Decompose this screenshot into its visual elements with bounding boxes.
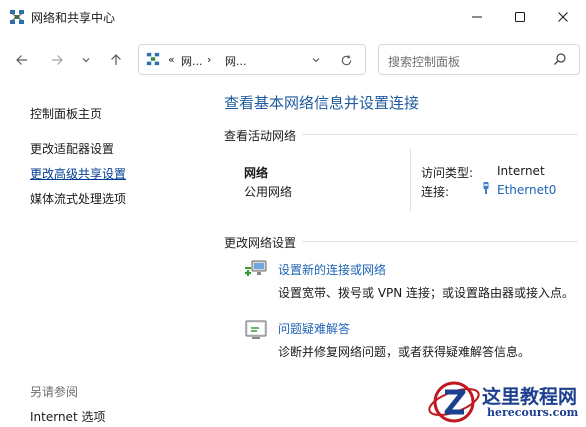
sidebar-item-adapter-settings[interactable]: 更改适配器设置 [30, 140, 114, 157]
search-placeholder: 搜索控制面板 [388, 55, 461, 69]
troubleshoot-icon [245, 319, 269, 341]
network-profile[interactable]: 公用网络 [244, 183, 292, 200]
refresh-button[interactable] [335, 49, 357, 71]
recent-locations-button[interactable] [76, 48, 96, 72]
breadcrumb-item[interactable]: 网... [181, 53, 203, 69]
sidebar-item-control-panel-home[interactable]: 控制面板主页 [30, 105, 102, 122]
arrow-right-icon [52, 55, 63, 65]
minimize-button[interactable] [455, 0, 499, 34]
access-type-value: Internet [497, 164, 545, 178]
maximize-button[interactable] [498, 0, 542, 34]
window-title: 网络和共享中心 [31, 11, 116, 25]
section-divider [302, 134, 578, 135]
network-name: 网络 [244, 166, 269, 180]
up-button[interactable] [104, 48, 128, 72]
new-connection-icon [244, 258, 270, 280]
watermark-url: herecours.com [487, 406, 579, 419]
breadcrumb-overflow[interactable]: « [168, 53, 175, 66]
sidebar-item-media-streaming[interactable]: 媒体流式处理选项 [30, 190, 126, 207]
access-type-label: 访问类型: [421, 166, 474, 180]
close-icon [558, 12, 568, 22]
watermark-title: 这里教程网 [482, 386, 578, 408]
sidebar-item-internet-options[interactable]: Internet 选项 [30, 408, 105, 425]
network-center-icon [146, 52, 160, 66]
page-title: 查看基本网络信息并设置连接 [224, 94, 420, 112]
breadcrumb-item[interactable]: 网... [225, 53, 247, 69]
change-settings-heading: 更改网络设置 [224, 236, 297, 250]
chevron-down-icon [312, 58, 320, 63]
chevron-down-icon [82, 58, 90, 63]
see-also-heading: 另请参阅 [30, 385, 79, 399]
arrow-left-icon [16, 55, 27, 65]
arrow-up-icon [111, 54, 121, 65]
minimize-icon [472, 16, 482, 18]
active-networks-heading: 查看活动网络 [224, 129, 297, 143]
setup-connection-link[interactable]: 设置新的连接或网络 [278, 261, 386, 278]
connection-label: 连接: [421, 185, 450, 199]
breadcrumb-separator[interactable]: › [207, 53, 211, 66]
section-divider [302, 241, 578, 242]
vertical-divider [410, 149, 411, 212]
maximize-icon [515, 12, 525, 22]
ethernet-icon [481, 181, 491, 197]
search-icon[interactable] [553, 52, 567, 66]
troubleshoot-description: 诊断并修复网络问题，或者获得疑难解答信息。 [278, 345, 531, 359]
sidebar-item-advanced-sharing[interactable]: 更改高级共享设置 [30, 165, 126, 182]
setup-connection-description: 设置宽带、拨号或 VPN 连接；或设置路由器或接入点。 [278, 286, 575, 300]
ethernet-link[interactable]: Ethernet0 [497, 183, 556, 197]
forward-button[interactable] [45, 48, 69, 72]
address-dropdown-button[interactable] [307, 49, 325, 71]
back-button[interactable] [10, 48, 34, 72]
network-center-icon [9, 9, 25, 25]
troubleshoot-link[interactable]: 问题疑难解答 [278, 320, 350, 337]
refresh-icon [341, 54, 351, 65]
close-button[interactable] [541, 0, 585, 34]
